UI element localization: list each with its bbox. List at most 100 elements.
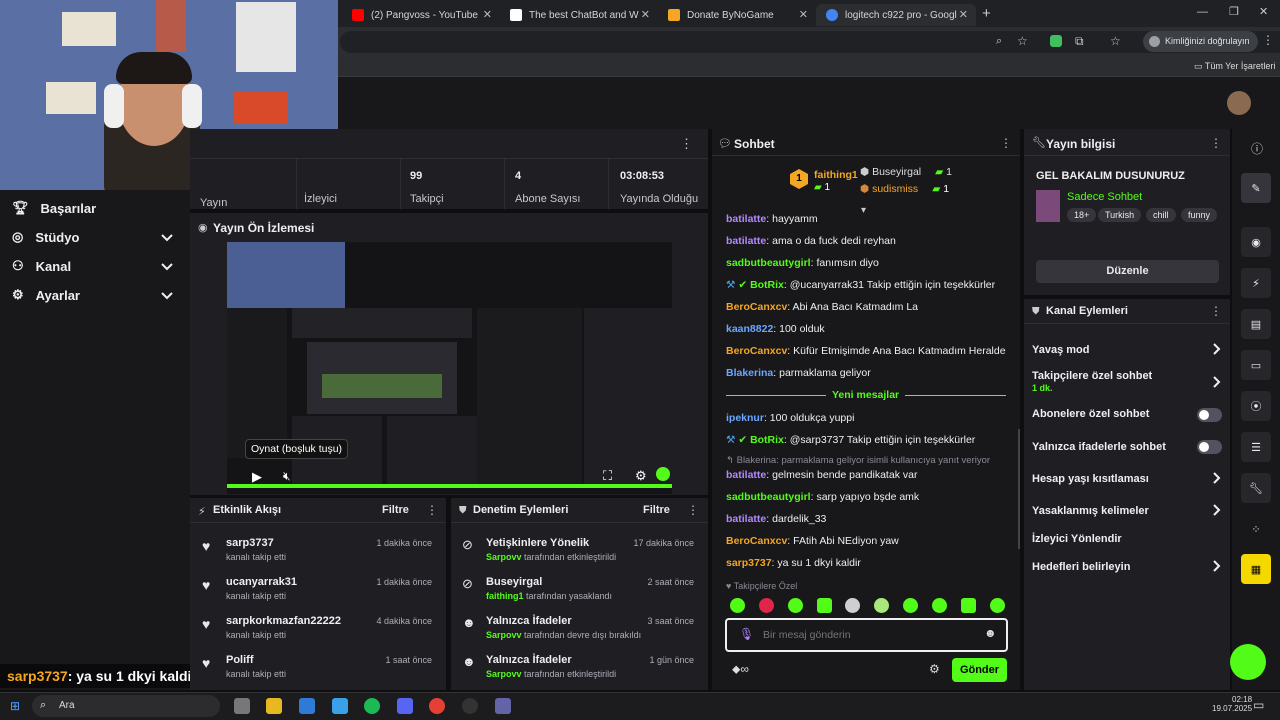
activity-filter-button[interactable]: Filtre [382,504,409,516]
close-window-button[interactable]: ✕ [1259,5,1268,18]
emote-icon[interactable] [990,598,1005,613]
chevron-down-icon[interactable] [160,288,174,302]
action-account-age[interactable]: Hesap yaşı kısıtlaması [1032,473,1149,485]
chat-user[interactable]: batilatte [726,213,766,225]
chat-scrollbar[interactable] [1018,429,1020,549]
action-slow-mode[interactable]: Yavaş mod [1032,344,1089,356]
send-button[interactable]: Gönder [952,658,1007,682]
action-goals[interactable]: Hedefleri belirleyin [1032,561,1130,573]
emote-icon[interactable] [845,598,860,613]
dots-rail-button[interactable]: ⁘ [1241,514,1271,544]
chrome-icon[interactable] [429,698,445,714]
bookmark-icon[interactable]: ☆ [1110,34,1121,48]
more-icon[interactable]: ⋮ [426,503,438,517]
chat-user[interactable]: ipeknur [726,412,764,424]
emote-icon[interactable] [961,598,976,613]
gear-icon[interactable]: ⚙ [929,662,940,676]
info-icon[interactable]: ⓘ [1251,140,1263,157]
star-icon[interactable]: ☆ [1017,34,1028,48]
more-icon[interactable]: ⋮ [1000,136,1012,150]
chat-user[interactable]: BotRix [750,279,784,291]
emote-icon[interactable] [874,598,889,613]
category-name[interactable]: Sadece Sohbet [1067,191,1142,203]
emote-icon[interactable] [932,598,947,613]
chat-user[interactable]: sarp3737 [726,557,772,569]
windows-start-icon[interactable]: ⊞ [10,699,20,713]
close-icon[interactable]: ✕ [799,8,808,21]
store-icon[interactable] [332,698,348,714]
tab-youtube[interactable]: (2) Pangvoss - YouTube ✕ [342,4,500,26]
subscribers-only-toggle[interactable] [1197,408,1222,422]
camera-rail-button[interactable]: ◉ [1241,227,1271,257]
chevron-right-icon[interactable] [1210,560,1222,572]
tab-chatbot[interactable]: The best ChatBot and Widgets ✕ [500,4,658,26]
chat-rail-button[interactable]: ▭ [1241,350,1271,380]
zoom-icon[interactable]: ⌕ [996,35,1002,48]
chat-user[interactable]: BeroCanxcv [726,535,787,547]
notification-icon[interactable]: ▭ [1253,698,1264,712]
emote-icon[interactable] [759,598,774,613]
spotify-icon[interactable] [364,698,380,714]
chevron-right-icon[interactable] [1210,504,1222,516]
chevron-right-icon[interactable] [1210,376,1222,388]
emote-icon[interactable] [788,598,803,613]
leader-item[interactable]: ⬢ Buseyirgal ▰ 1 [860,166,952,178]
layout-rail-button[interactable]: ☰ [1241,432,1271,462]
outlook-icon[interactable] [299,698,315,714]
tools-rail-button[interactable]: 🔧︎ [1241,473,1271,503]
chat-user[interactable]: batilatte [726,513,766,525]
action-host[interactable]: İzleyici Yönlendir [1032,533,1122,545]
chat-input[interactable] [763,626,973,644]
chat-user[interactable]: sadbutbeautygirl [726,257,811,269]
chat-user[interactable]: batilatte [726,235,766,247]
chat-input-box[interactable]: 🎙︎ ☻ [725,618,1008,652]
chat-user[interactable]: sadbutbeautygirl [726,491,811,503]
chat-user[interactable]: batilatte [726,469,766,481]
menu-icon[interactable]: ⋮ [1262,33,1274,47]
broadcast-rail-button[interactable]: ⦿ [1241,391,1271,421]
chevron-right-icon[interactable] [1210,472,1222,484]
new-tab-button[interactable]: + [982,5,991,22]
edit-rail-button[interactable]: ✎ [1241,173,1271,203]
notes-rail-button[interactable]: ▤ [1241,309,1271,339]
close-icon[interactable]: ✕ [641,8,650,21]
all-bookmarks[interactable]: ▭ Tüm Yer İşaretleri [1194,61,1275,72]
gear-icon[interactable]: ⚙ [635,468,647,484]
url-field[interactable] [340,31,1280,53]
more-icon[interactable]: ⋮ [680,136,693,152]
minimize-button[interactable]: — [1197,6,1208,18]
obs-icon[interactable] [462,698,478,714]
chevron-right-icon[interactable] [1210,343,1222,355]
action-followers-only[interactable]: Takipçilere özel sohbet [1032,370,1152,382]
verify-identity-button[interactable]: Kimliğinizi doğrulayın [1143,31,1258,52]
more-icon[interactable]: ⋮ [1210,304,1222,318]
chat-user[interactable]: BeroCanxcv [726,345,787,357]
extensions-icon[interactable]: ⧉ [1075,34,1084,49]
clapper-rail-button[interactable]: ▦ [1241,554,1271,584]
mic-icon[interactable]: 🎙︎ [739,627,754,641]
mute-icon[interactable]: 🔇︎ [283,469,291,484]
progress-bar[interactable] [227,484,672,488]
tab-google-shopping[interactable]: logitech c922 pro - Google Alış ✕ [816,4,976,26]
emote-icon[interactable] [903,598,918,613]
discord-icon[interactable] [397,698,413,714]
chevron-down-icon[interactable] [160,259,174,273]
tab-bynogame[interactable]: Donate ByNoGame ✕ [658,4,816,26]
more-icon[interactable]: ⋮ [1210,136,1222,150]
chat-user[interactable]: BeroCanxcv [726,301,787,313]
nav-achievements[interactable]: 🏆︎ Başarılar [12,200,96,216]
close-icon[interactable]: ✕ [483,8,492,21]
file-explorer-icon[interactable] [266,698,282,714]
leader-name[interactable]: faithing1 [814,169,858,181]
action-banned-words[interactable]: Yasaklanmış kelimeler [1032,505,1149,517]
emoji-icon[interactable]: ☻ [984,626,997,640]
emote-icon[interactable] [730,598,745,613]
taskbar-search[interactable]: ⌕ Ara [32,695,220,717]
fullscreen-icon[interactable]: ⛶ [603,468,612,484]
nav-studio[interactable]: ◎ Stüdyo [12,229,79,245]
moderation-filter-button[interactable]: Filtre [643,504,670,516]
chevron-down-icon[interactable] [160,230,174,244]
emotes-only-toggle[interactable] [1197,440,1222,454]
nav-channel[interactable]: ⚇ Kanal [12,258,71,274]
emote-icon[interactable] [817,598,832,613]
